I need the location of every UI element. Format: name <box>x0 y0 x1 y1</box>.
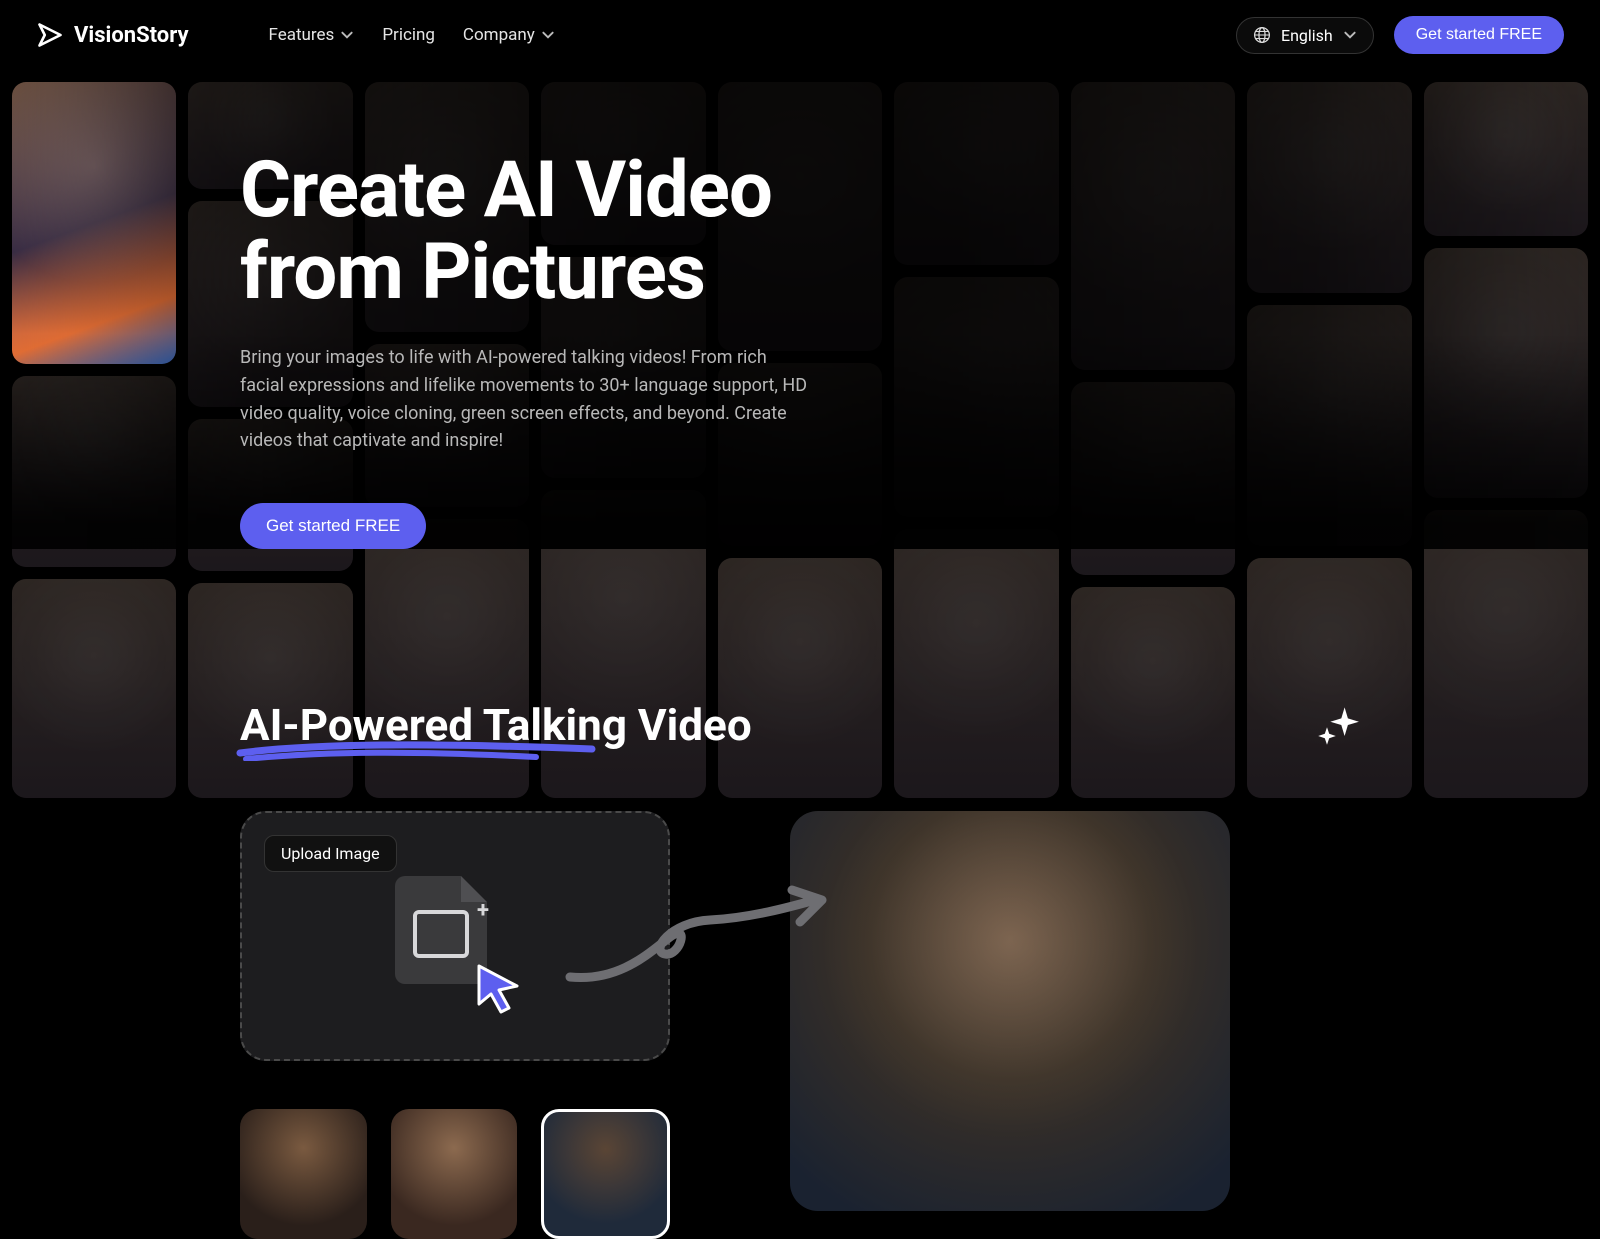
mosaic-tile <box>1071 382 1235 574</box>
nav-company-label: Company <box>463 25 535 45</box>
mosaic-tile <box>1247 305 1411 545</box>
navbar: VisionStory Features Pricing Company Eng… <box>0 0 1600 70</box>
brand-logo-icon <box>36 21 64 49</box>
hero-content: Create AI Video from Pictures Bring your… <box>0 70 820 549</box>
preview-column <box>790 811 1360 1239</box>
underline-icon <box>236 739 596 761</box>
section-body: Upload Image + <box>240 811 1360 1239</box>
chevron-down-icon <box>1343 28 1357 42</box>
globe-icon <box>1253 26 1271 44</box>
thumbnail-row <box>240 1109 670 1239</box>
thumbnail-1[interactable] <box>240 1109 367 1239</box>
nav-pricing[interactable]: Pricing <box>382 25 435 45</box>
chevron-down-icon <box>541 28 555 42</box>
brand-name: VisionStory <box>74 23 189 48</box>
mosaic-tile <box>1247 82 1411 293</box>
mosaic-tile <box>1424 248 1588 498</box>
hero-title-line1: Create AI Video <box>240 145 772 236</box>
hero-subtitle: Bring your images to life with AI-powere… <box>240 344 810 456</box>
chevron-down-icon <box>340 28 354 42</box>
mosaic-tile <box>894 277 1058 517</box>
upload-column: Upload Image + <box>240 811 670 1239</box>
hero: Create AI Video from Pictures Bring your… <box>0 70 1600 549</box>
mosaic-tile <box>894 82 1058 265</box>
cursor-icon <box>471 960 525 1014</box>
mosaic-tile <box>1071 82 1235 370</box>
hero-title-line2: from Pictures <box>240 227 705 318</box>
nav-pricing-label: Pricing <box>382 25 435 45</box>
thumbnail-2[interactable] <box>391 1109 518 1239</box>
preview-image <box>790 811 1230 1211</box>
brand[interactable]: VisionStory <box>36 21 189 49</box>
thumbnail-3[interactable] <box>541 1109 670 1239</box>
section-header: AI-Powered Talking Video <box>240 699 1360 751</box>
nav-features-label: Features <box>269 25 335 45</box>
get-started-button[interactable]: Get started FREE <box>1394 16 1564 54</box>
section-title: AI-Powered Talking Video <box>240 699 752 751</box>
upload-icon: + <box>395 876 515 996</box>
hero-cta-button[interactable]: Get started FREE <box>240 503 426 549</box>
arrow-icon <box>560 882 840 1002</box>
upload-label: Upload Image <box>264 835 397 872</box>
nav-links: Features Pricing Company <box>269 25 555 45</box>
plus-icon: + <box>477 898 489 923</box>
mosaic-tile <box>1424 82 1588 236</box>
language-label: English <box>1281 26 1333 45</box>
nav-features[interactable]: Features <box>269 25 355 45</box>
hero-title: Create AI Video from Pictures <box>240 150 820 314</box>
sparkle-icon <box>1316 703 1360 747</box>
nav-company[interactable]: Company <box>463 25 555 45</box>
language-selector[interactable]: English <box>1236 17 1374 54</box>
